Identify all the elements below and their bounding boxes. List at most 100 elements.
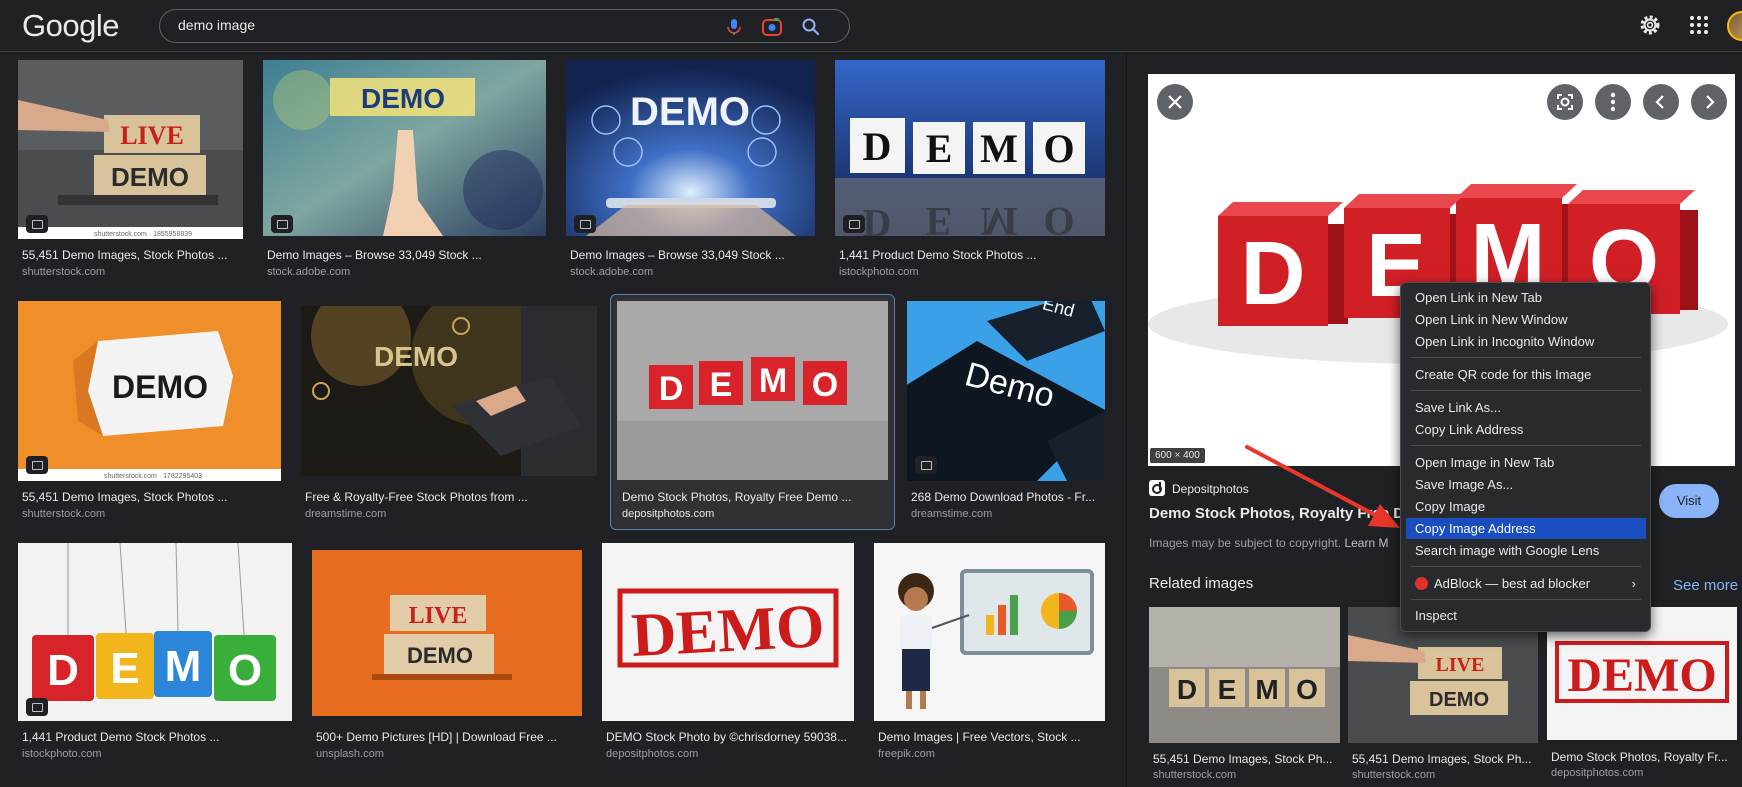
result-source[interactable]: stock.adobe.com <box>267 266 350 278</box>
svg-text:E: E <box>926 199 953 236</box>
menu-item-save-image-as[interactable]: Save Image As... <box>1406 474 1646 495</box>
image-badge-icon <box>574 215 596 233</box>
menu-item-open-link-new-tab[interactable]: Open Link in New Tab <box>1406 287 1646 308</box>
result-title[interactable]: DEMO Stock Photo by ©chrisdorney 59038..… <box>606 730 856 744</box>
result-thumbnail[interactable]: Demo End <box>907 301 1105 481</box>
menu-item-adblock[interactable]: AdBlock — best ad blocker › <box>1406 573 1646 594</box>
related-source[interactable]: depositphotos.com <box>1551 767 1643 779</box>
demo-text: DEMO <box>1429 689 1489 711</box>
apps-grid-icon[interactable] <box>1687 13 1711 37</box>
result-thumbnail[interactable]: DEMO <box>263 60 546 236</box>
result-thumbnail[interactable] <box>874 543 1105 721</box>
search-icon[interactable] <box>800 16 822 38</box>
live-text: LIVE <box>120 121 184 150</box>
related-title[interactable]: Demo Stock Photos, Royalty Fr... <box>1551 750 1741 764</box>
account-avatar[interactable] <box>1727 11 1742 41</box>
image-badge-icon <box>26 698 48 716</box>
menu-item-copy-image[interactable]: Copy Image <box>1406 496 1646 517</box>
result-thumbnail[interactable]: LIVE DEMO <box>312 550 582 716</box>
lens-icon <box>1557 94 1573 110</box>
svg-text:O: O <box>812 366 838 404</box>
result-title[interactable]: 500+ Demo Pictures [HD] | Download Free … <box>316 730 576 744</box>
result-title[interactable]: 1,441 Product Demo Stock Photos ... <box>839 248 1099 262</box>
related-title[interactable]: 55,451 Demo Images, Stock Ph... <box>1153 752 1341 766</box>
svg-text:E: E <box>110 644 139 693</box>
result-source[interactable]: unsplash.com <box>316 748 384 760</box>
result-thumbnail[interactable]: DEMO shutterstock.com · 1782295403 <box>18 301 281 481</box>
result-thumbnail[interactable]: D E M O DEMO <box>835 60 1105 236</box>
close-icon <box>1168 95 1182 109</box>
result-source[interactable]: istockphoto.com <box>839 266 918 278</box>
result-title[interactable]: 1,441 Product Demo Stock Photos ... <box>22 730 282 744</box>
menu-item-open-link-new-window[interactable]: Open Link in New Window <box>1406 309 1646 330</box>
result-source[interactable]: depositphotos.com <box>622 508 714 520</box>
result-title[interactable]: 55,451 Demo Images, Stock Photos ... <box>22 490 247 504</box>
result-thumbnail[interactable]: DEMO <box>602 543 854 721</box>
demo-text: DEMO <box>630 90 750 134</box>
menu-item-open-link-incognito[interactable]: Open Link in Incognito Window <box>1406 331 1646 352</box>
lens-search-button[interactable] <box>1547 84 1583 120</box>
image-badge-icon <box>843 215 865 233</box>
svg-text:E: E <box>710 366 733 404</box>
result-source[interactable]: dreamstime.com <box>305 508 386 520</box>
demo-text: DEMO <box>112 369 208 405</box>
google-logo[interactable]: Google <box>22 8 119 44</box>
demo-text: DEMO <box>111 162 189 192</box>
demo-text: DEMO <box>374 341 458 372</box>
result-title[interactable]: 268 Demo Download Photos - Fr... <box>911 490 1106 504</box>
result-thumbnail[interactable]: LIVE DEMO shutterstock.com · 1855958839 <box>18 60 243 239</box>
result-source[interactable]: freepik.com <box>878 748 935 760</box>
more-options-button[interactable] <box>1595 84 1631 120</box>
result-source[interactable]: dreamstime.com <box>911 508 992 520</box>
menu-item-search-google-lens[interactable]: Search image with Google Lens <box>1406 540 1646 561</box>
see-more-link[interactable]: See more <box>1673 577 1738 594</box>
svg-text:M: M <box>759 362 787 400</box>
demo-text: DEMO <box>361 83 445 114</box>
site-name[interactable]: Depositphotos <box>1172 482 1249 496</box>
related-source[interactable]: shutterstock.com <box>1352 769 1435 781</box>
annotation-arrow <box>1245 445 1400 528</box>
svg-text:D: D <box>47 646 79 695</box>
result-title[interactable]: Demo Stock Photos, Royalty Free Demo ... <box>622 490 862 504</box>
menu-separator <box>1411 390 1641 391</box>
menu-item-inspect[interactable]: Inspect <box>1406 605 1646 626</box>
related-title[interactable]: 55,451 Demo Images, Stock Ph... <box>1352 752 1540 766</box>
menu-item-open-image-new-tab[interactable]: Open Image in New Tab <box>1406 452 1646 473</box>
result-source[interactable]: shutterstock.com <box>22 266 105 278</box>
result-thumbnail[interactable]: D E M O <box>617 301 888 480</box>
related-thumbnail[interactable]: D E M O <box>1149 607 1340 743</box>
visit-button[interactable]: Visit <box>1659 484 1719 518</box>
menu-item-create-qr-code[interactable]: Create QR code for this Image <box>1406 364 1646 385</box>
result-title[interactable]: Demo Images | Free Vectors, Stock ... <box>878 730 1108 744</box>
result-title[interactable]: Free & Royalty-Free Stock Photos from ..… <box>305 490 565 504</box>
result-source[interactable]: istockphoto.com <box>22 748 101 760</box>
chevron-left-icon <box>1655 95 1664 109</box>
settings-gear-icon[interactable] <box>1638 13 1662 37</box>
microphone-icon[interactable] <box>723 16 745 38</box>
related-source[interactable]: shutterstock.com <box>1153 769 1236 781</box>
next-image-button[interactable] <box>1691 84 1727 120</box>
svg-text:O: O <box>1043 126 1074 171</box>
site-favicon <box>1149 480 1165 496</box>
previous-image-button[interactable] <box>1643 84 1679 120</box>
close-button[interactable] <box>1157 84 1193 120</box>
result-source[interactable]: shutterstock.com <box>22 508 105 520</box>
result-source[interactable]: stock.adobe.com <box>570 266 653 278</box>
result-source[interactable]: depositphotos.com <box>606 748 698 760</box>
result-title[interactable]: Demo Images – Browse 33,049 Stock ... <box>267 248 527 262</box>
search-input[interactable] <box>178 17 678 33</box>
result-thumbnail[interactable]: DEMO <box>566 60 815 236</box>
live-text: LIVE <box>1436 654 1485 676</box>
camera-lens-icon[interactable] <box>761 16 783 38</box>
menu-item-copy-link-address[interactable]: Copy Link Address <box>1406 419 1646 440</box>
result-title[interactable]: Demo Images – Browse 33,049 Stock ... <box>570 248 810 262</box>
result-title[interactable]: 55,451 Demo Images, Stock Photos ... <box>22 248 247 262</box>
adblock-label: AdBlock — best ad blocker <box>1434 576 1591 591</box>
result-thumbnail[interactable]: DEMO <box>301 306 597 476</box>
result-thumbnail[interactable]: D E M O <box>18 543 292 721</box>
search-box[interactable] <box>159 9 850 43</box>
svg-text:M: M <box>165 642 202 691</box>
menu-item-copy-image-address[interactable]: Copy Image Address <box>1406 518 1646 539</box>
menu-separator <box>1411 357 1641 358</box>
menu-item-save-link-as[interactable]: Save Link As... <box>1406 397 1646 418</box>
